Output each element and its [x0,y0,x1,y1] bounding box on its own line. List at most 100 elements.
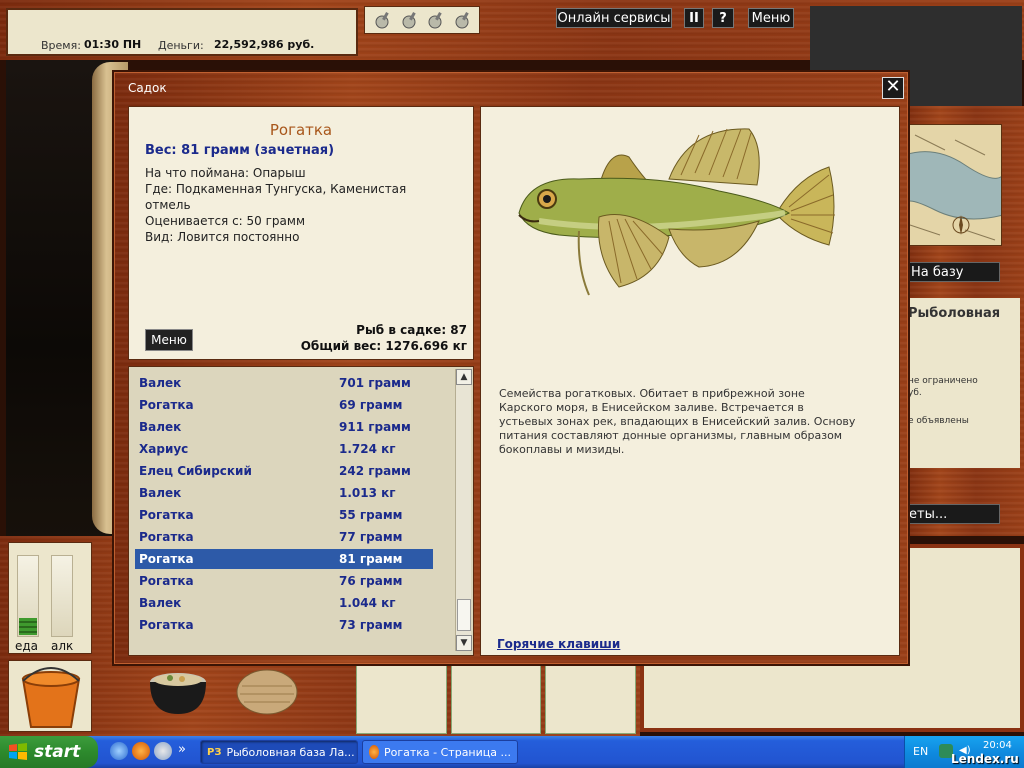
taskbar-item-browser[interactable]: Рогатка - Страница ... [362,740,518,764]
catch-row[interactable]: Рогатка 69 грамм [135,395,433,415]
time-value: 01:30 ПН [84,38,142,51]
fish-menu-button[interactable]: Меню [145,329,193,351]
catch-fish-weight: 77 грамм [339,530,403,544]
scroll-down-button[interactable]: ▼ [456,635,472,651]
fish-min-weight: Оценивается с: 50 грамм [145,214,305,228]
status-panel: Время: 01:30 ПН Деньги: 22,592,986 руб. [6,8,358,56]
catch-fish-name: Валек [139,376,182,390]
base-info-line: уб. [908,388,922,398]
to-base-button[interactable]: На базу [904,262,1000,282]
catch-fish-weight: 701 грамм [339,376,411,390]
watermark: Lendex.ru [951,752,1019,766]
fish-kind: Вид: Ловится постоянно [145,230,300,244]
catch-row[interactable]: Рогатка 81 грамм [135,549,433,569]
catch-fish-weight: 73 грамм [339,618,403,632]
catch-row[interactable]: Рогатка 76 грамм [135,571,433,591]
catch-fish-name: Рогатка [139,552,194,566]
catch-fish-weight: 76 грамм [339,574,403,588]
catch-row[interactable]: Рогатка 55 грамм [135,505,433,525]
close-button[interactable]: ✕ [882,77,904,99]
catch-fish-name: Рогатка [139,574,194,588]
bucket-card[interactable] [8,660,92,732]
map-icon [905,125,1001,245]
fish-details-panel: Рогатка Вес: 81 грамм (зачетная) На что … [128,106,474,360]
food-meter-fill [19,618,37,635]
fish-image-panel: Семейства рогатковых. Обитает в прибрежн… [480,106,900,656]
catch-fish-weight: 55 грамм [339,508,403,522]
fish-weight: Вес: 81 грамм (зачетная) [145,143,335,158]
catch-list: Валек 701 грамм Рогатка 69 грамм Валек 911 гр… [128,366,474,656]
catch-fish-weight: 242 грамм [339,464,411,478]
start-button[interactable]: start [0,736,98,768]
catch-fish-name: Валек [139,486,182,500]
menu-button[interactable]: Меню [748,8,794,28]
inventory-slot[interactable] [356,664,447,734]
catch-fish-weight: 1.044 кг [339,596,396,610]
bag-icon[interactable] [232,666,302,718]
bucket-icon [21,667,81,728]
online-services-button[interactable]: Онлайн сервисы [556,8,672,28]
more-quicklaunch-icon[interactable]: » [178,742,186,757]
bait-jar-icon[interactable] [425,10,445,30]
explorer-icon[interactable] [154,742,172,760]
bait-jar-icon[interactable] [452,10,472,30]
ie-icon[interactable] [110,742,128,760]
firefox-icon [369,745,379,759]
bait-strip [364,6,480,34]
taskbar-item-label: Рогатка - Страница ... [383,745,511,759]
total-weight: Общий вес: 1276.696 кг [300,339,467,353]
money-value: 22,592,986 руб. [214,38,315,51]
catch-fish-name: Валек [139,596,182,610]
base-info-title: Рыболовная [908,306,1001,321]
dialog-title: Садок [128,81,167,95]
start-label: start [34,742,81,762]
catch-row[interactable]: Хариус 1.724 кг [135,439,433,459]
clock: 20:04 [983,740,1012,751]
inventory-slot[interactable] [450,664,542,734]
keepnet-dialog: Садок ✕ Рогатка Вес: 81 грамм (зачетная)… [112,70,910,666]
food-label: еда [15,639,39,653]
alcohol-meter [51,555,73,637]
catch-fish-weight: 1.724 кг [339,442,396,456]
help-button[interactable]: ? [712,8,734,28]
bait-jar-icon[interactable] [399,10,419,30]
scroll-up-button[interactable]: ▲ [456,369,472,385]
cauldron-icon[interactable] [146,664,210,718]
catch-fish-name: Рогатка [139,530,194,544]
catch-fish-name: Рогатка [139,618,194,632]
money-label: Деньги: [158,39,204,52]
system-tray: EN ◀) 20:04 Lendex.ru [904,736,1024,768]
base-info-card: Рыболовная не ограничено уб. е объявлены [904,298,1020,468]
catch-fish-weight: 1.013 кг [339,486,396,500]
catch-fish-name: Рогатка [139,508,194,522]
inventory-slot[interactable] [545,664,637,734]
catch-row[interactable]: Рогатка 73 грамм [135,615,433,635]
inventory-slots [356,664,637,734]
catch-row[interactable]: Валек 701 грамм [135,373,433,393]
map-card[interactable] [904,124,1002,246]
fish-description: Семейства рогатковых. Обитает в прибрежн… [499,387,856,456]
meters-panel: еда алк [8,542,92,654]
catch-row[interactable]: Рогатка 77 грамм [135,527,433,547]
pause-button[interactable]: II [684,8,704,28]
catch-row[interactable]: Валек 1.044 кг [135,593,433,613]
bait-jar-icon[interactable] [372,10,392,30]
scrollbar[interactable]: ▲ ▼ [455,369,472,651]
scroll-thumb[interactable] [457,599,471,631]
language-indicator[interactable]: EN [913,745,928,758]
catch-row[interactable]: Валек 1.013 кг [135,483,433,503]
catch-fish-name: Елец Сибирский [139,464,252,478]
hotkeys-link[interactable]: Горячие клавиши [497,637,620,651]
catch-row[interactable]: Валек 911 грамм [135,417,433,437]
taskbar-item-game[interactable]: РЗ Рыболовная база Ла... [200,740,358,764]
catch-row[interactable]: Елец Сибирский 242 грамм [135,461,433,481]
food-meter [17,555,39,637]
firefox-icon[interactable] [132,742,150,760]
more-button[interactable]: еты... [904,504,1000,524]
time-label: Время: [41,39,81,52]
fish-name: Рогатка [269,121,333,139]
catch-fish-weight: 69 грамм [339,398,403,412]
catch-fish-name: Рогатка [139,398,194,412]
fish-location: Где: Подкаменная Тунгуска, Каменистая от… [145,182,407,212]
alcohol-label: алк [51,639,74,653]
